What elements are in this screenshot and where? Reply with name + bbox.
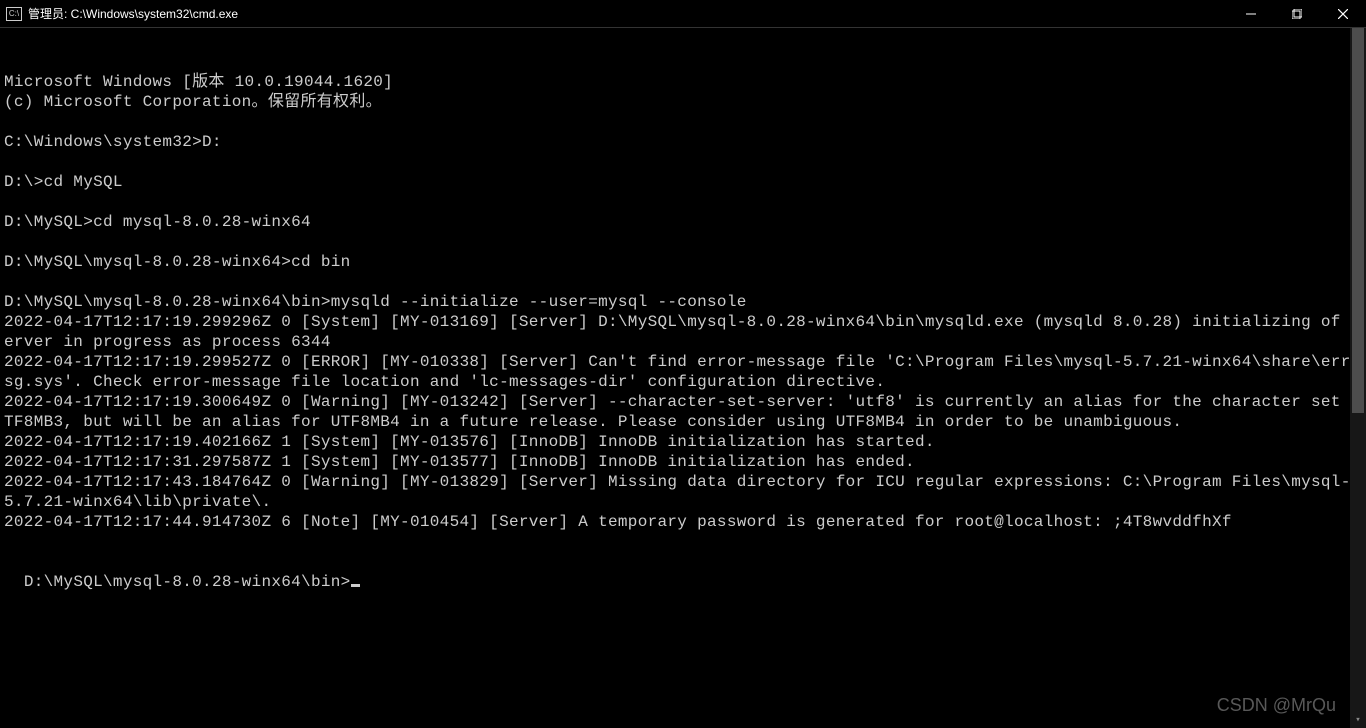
close-button[interactable] [1320, 0, 1366, 28]
scroll-down-arrow-icon[interactable]: ▾ [1350, 712, 1366, 728]
window-controls [1228, 0, 1366, 28]
maximize-button[interactable] [1274, 0, 1320, 28]
cursor [351, 584, 360, 587]
close-icon [1338, 9, 1348, 19]
window-titlebar[interactable]: C:\ 管理员: C:\Windows\system32\cmd.exe [0, 0, 1366, 28]
cmd-icon: C:\ [6, 7, 22, 21]
terminal-output: Microsoft Windows [版本 10.0.19044.1620] (… [4, 72, 1366, 552]
vertical-scrollbar[interactable]: ▴ ▾ [1350, 28, 1366, 728]
minimize-icon [1246, 9, 1256, 19]
terminal-prompt: D:\MySQL\mysql-8.0.28-winx64\bin> [24, 573, 351, 591]
minimize-button[interactable] [1228, 0, 1274, 28]
scroll-thumb[interactable] [1352, 28, 1364, 413]
maximize-icon [1292, 9, 1302, 19]
window-title: 管理员: C:\Windows\system32\cmd.exe [28, 5, 238, 22]
terminal-body[interactable]: Microsoft Windows [版本 10.0.19044.1620] (… [0, 28, 1366, 728]
